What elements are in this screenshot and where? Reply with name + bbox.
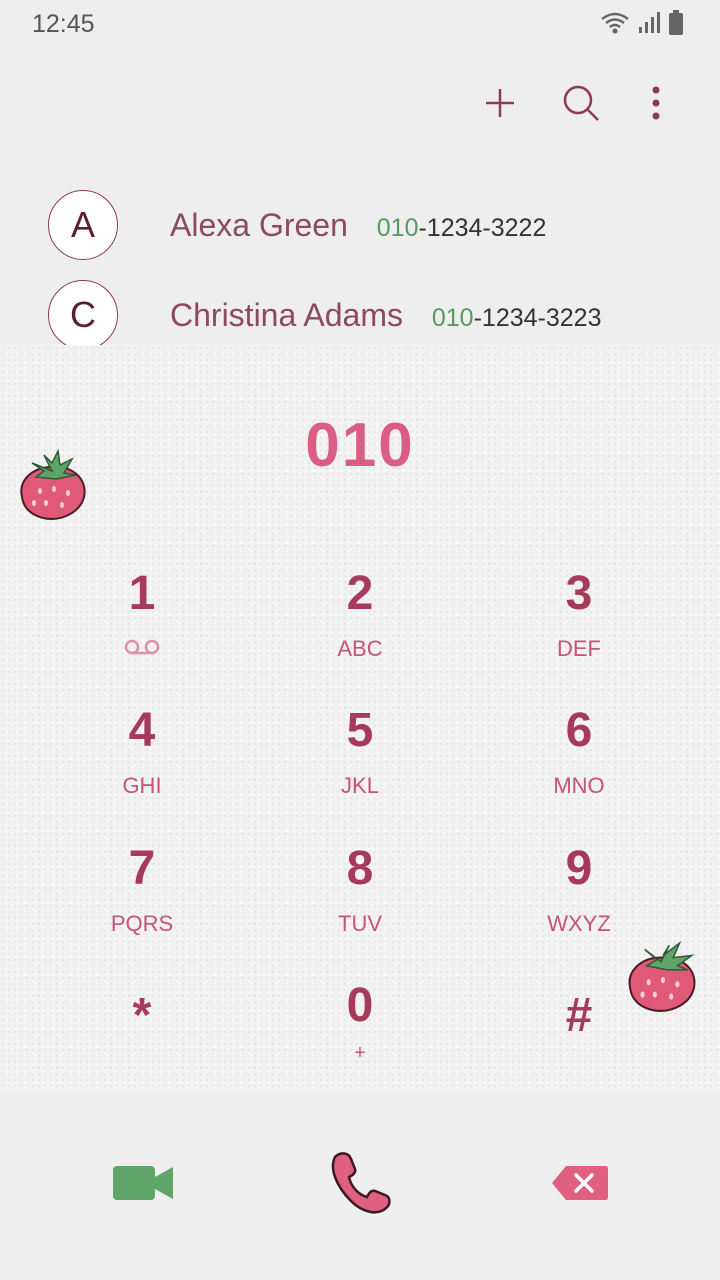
more-options-button[interactable] xyxy=(626,70,686,140)
key-hash[interactable]: # xyxy=(489,970,669,1090)
key-8[interactable]: 8 TUV xyxy=(270,833,450,953)
strawberry-icon xyxy=(14,445,90,526)
avatar: C xyxy=(48,280,118,345)
search-icon xyxy=(561,83,601,128)
key-1[interactable]: 1 xyxy=(52,558,232,678)
voicemail-icon xyxy=(52,636,232,662)
contact-row-alexa-green[interactable]: A Alexa Green 010-1234-3222 xyxy=(0,180,720,270)
key-letters: PQRS xyxy=(110,911,174,936)
key-4[interactable]: 4 GHI xyxy=(52,695,232,815)
call-icon xyxy=(327,1151,393,1220)
key-digit: 0 xyxy=(346,979,374,1032)
key-star[interactable]: * xyxy=(52,970,232,1090)
key-letters: ABC xyxy=(337,636,383,661)
key-digit: 2 xyxy=(346,567,374,620)
key-digit: 1 xyxy=(128,567,156,620)
wifi-icon xyxy=(600,11,630,40)
contact-number: 010-1234-3223 xyxy=(431,304,602,332)
key-6[interactable]: 6 MNO xyxy=(489,695,669,815)
status-time: 12:45 xyxy=(32,10,95,38)
contact-name: Alexa Green 010-1234-3222 xyxy=(170,207,547,243)
key-letters: JKL xyxy=(341,773,379,798)
key-digit: 8 xyxy=(346,842,374,895)
key-0[interactable]: 0 + xyxy=(270,970,450,1090)
key-digit: 5 xyxy=(346,704,374,757)
key-digit: * xyxy=(132,989,152,1042)
key-digit: # xyxy=(565,989,593,1042)
more-vert-icon xyxy=(650,85,662,126)
key-9[interactable]: 9 WXYZ xyxy=(489,833,669,953)
signal-icon xyxy=(638,11,660,40)
search-button[interactable] xyxy=(551,70,611,140)
add-icon xyxy=(484,87,516,124)
key-digit: 6 xyxy=(565,704,593,757)
contact-name: Christina Adams 010-1234-3223 xyxy=(170,297,602,333)
key-digit: 3 xyxy=(565,567,593,620)
avatar: A xyxy=(48,190,118,260)
key-7[interactable]: 7 PQRS xyxy=(52,833,232,953)
battery-icon xyxy=(668,10,684,41)
key-letters: MNO xyxy=(553,773,605,798)
add-contact-button[interactable] xyxy=(470,70,530,140)
key-letters: + xyxy=(354,1042,366,1064)
dialed-number[interactable]: 010 xyxy=(0,410,720,481)
call-button[interactable] xyxy=(305,1140,415,1230)
backspace-icon xyxy=(550,1164,610,1207)
key-5[interactable]: 5 JKL xyxy=(270,695,450,815)
key-digit: 4 xyxy=(128,704,156,757)
video-call-icon xyxy=(111,1163,175,1208)
key-2[interactable]: 2 ABC xyxy=(270,558,450,678)
key-digit: 9 xyxy=(565,842,593,895)
key-letters: WXYZ xyxy=(547,911,611,936)
key-digit: 7 xyxy=(128,842,156,895)
video-call-button[interactable] xyxy=(88,1140,198,1230)
contact-suggestions: A Alexa Green 010-1234-3222 C Christina … xyxy=(0,180,720,345)
contact-number: 010-1234-3222 xyxy=(376,214,547,242)
dialpad-area: 010 1 2 ABC 3 DEF 4 GHI 5 JKL 6 MNO 7 PQ… xyxy=(0,345,720,1090)
backspace-button[interactable] xyxy=(525,1140,635,1230)
key-letters: TUV xyxy=(338,911,382,936)
toolbar xyxy=(0,70,720,140)
key-letters: GHI xyxy=(122,773,162,798)
status-icons xyxy=(600,10,684,41)
key-3[interactable]: 3 DEF xyxy=(489,558,669,678)
status-bar: 12:45 xyxy=(0,0,720,50)
contact-row-christina-adams[interactable]: C Christina Adams 010-1234-3223 xyxy=(0,270,720,345)
key-letters: DEF xyxy=(557,636,601,661)
action-bar xyxy=(0,1090,720,1280)
